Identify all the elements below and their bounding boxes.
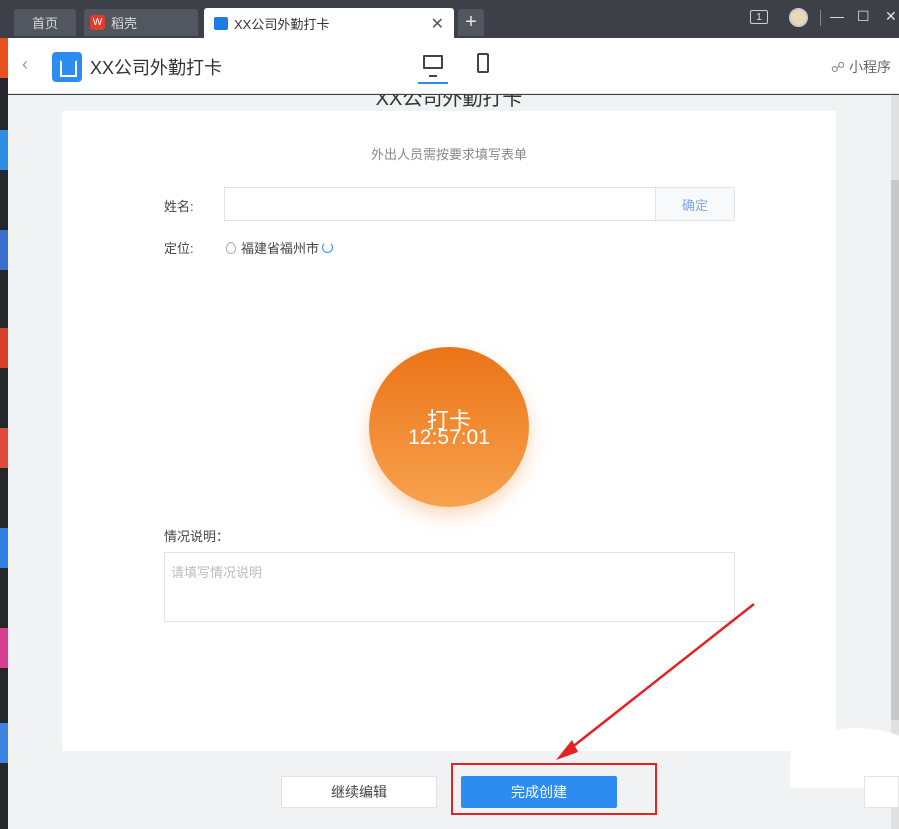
tab-daoke-label: 稻壳 (111, 16, 138, 31)
refresh-icon[interactable] (322, 242, 334, 253)
location-display: 福建省福州市 (226, 238, 334, 257)
link-icon: ☍ (830, 59, 846, 75)
desktop-icon[interactable] (0, 328, 8, 368)
desktop-icon[interactable] (0, 130, 8, 170)
desktop-icon[interactable] (0, 428, 8, 468)
vertical-scrollbar-thumb[interactable] (891, 180, 899, 720)
confirm-button[interactable]: 确定 (655, 187, 735, 221)
form-title-text: XX公司外勤打卡 (375, 95, 523, 110)
tab-active-form[interactable]: XX公司外勤打卡 ✕ (204, 8, 454, 38)
tab-home-label: 首页 (31, 16, 58, 31)
back-chevron-icon[interactable]: ‹ (22, 54, 28, 75)
minimize-button[interactable]: — (830, 8, 844, 24)
tab-home[interactable]: 首页 (14, 9, 76, 36)
app-header: ‹ XX公司外勤打卡 ☍ 小程序 (8, 38, 899, 94)
mini-program-link[interactable]: ☍ 小程序 (831, 57, 891, 77)
maximize-button[interactable]: ☐ (857, 8, 870, 25)
name-input[interactable] (224, 187, 656, 221)
desktop-icon-strip (0, 38, 8, 829)
partial-side-button[interactable] (864, 776, 899, 808)
form-subtitle: 外出人员需按要求填写表单 (370, 147, 527, 162)
new-tab-button[interactable]: + (458, 9, 484, 36)
annotation-highlight-box (451, 763, 657, 815)
location-label: 定位: (164, 241, 194, 256)
desktop-view-toggle[interactable] (418, 52, 448, 84)
desktop-view-icon (423, 55, 443, 77)
remark-label: 情况说明： (164, 529, 230, 544)
location-value: 福建省福州市 (241, 241, 320, 256)
form-tab-icon (214, 16, 228, 30)
continue-edit-button[interactable]: 继续编辑 (281, 776, 437, 808)
daoke-logo-icon: W (90, 15, 105, 30)
window-controls-divider (820, 10, 821, 26)
name-label: 姓名: (164, 199, 194, 214)
user-avatar[interactable] (789, 8, 808, 27)
app-form-icon (52, 52, 82, 82)
page-title: XX公司外勤打卡 (90, 58, 223, 78)
close-window-button[interactable]: ✕ (885, 8, 897, 25)
desktop-icon[interactable] (0, 628, 8, 668)
mobile-view-icon (477, 53, 489, 73)
tab-active-label: XX公司外勤打卡 (234, 16, 330, 32)
browser-tab-bar: 首页 W 稻壳 XX公司外勤打卡 ✕ + 1 — ☐ ✕ (0, 0, 899, 38)
tab-daoke[interactable]: W 稻壳 (84, 9, 198, 36)
location-pin-icon (226, 241, 236, 254)
remark-textarea[interactable]: 请填写情况说明 (164, 552, 735, 622)
desktop-icon[interactable] (0, 230, 8, 270)
mobile-view-toggle[interactable] (468, 52, 498, 84)
desktop-icon[interactable] (0, 38, 8, 78)
desktop-icon[interactable] (0, 723, 8, 763)
clock-in-button[interactable]: 打卡 12:57:01 (369, 347, 529, 507)
clock-time: 12:57:01 (408, 426, 490, 449)
window-count-badge[interactable]: 1 (750, 10, 768, 24)
close-icon[interactable]: ✕ (431, 14, 444, 34)
form-title: XX公司外勤打卡 (62, 95, 836, 115)
mini-program-label: 小程序 (849, 59, 891, 75)
desktop-icon[interactable] (0, 528, 8, 568)
